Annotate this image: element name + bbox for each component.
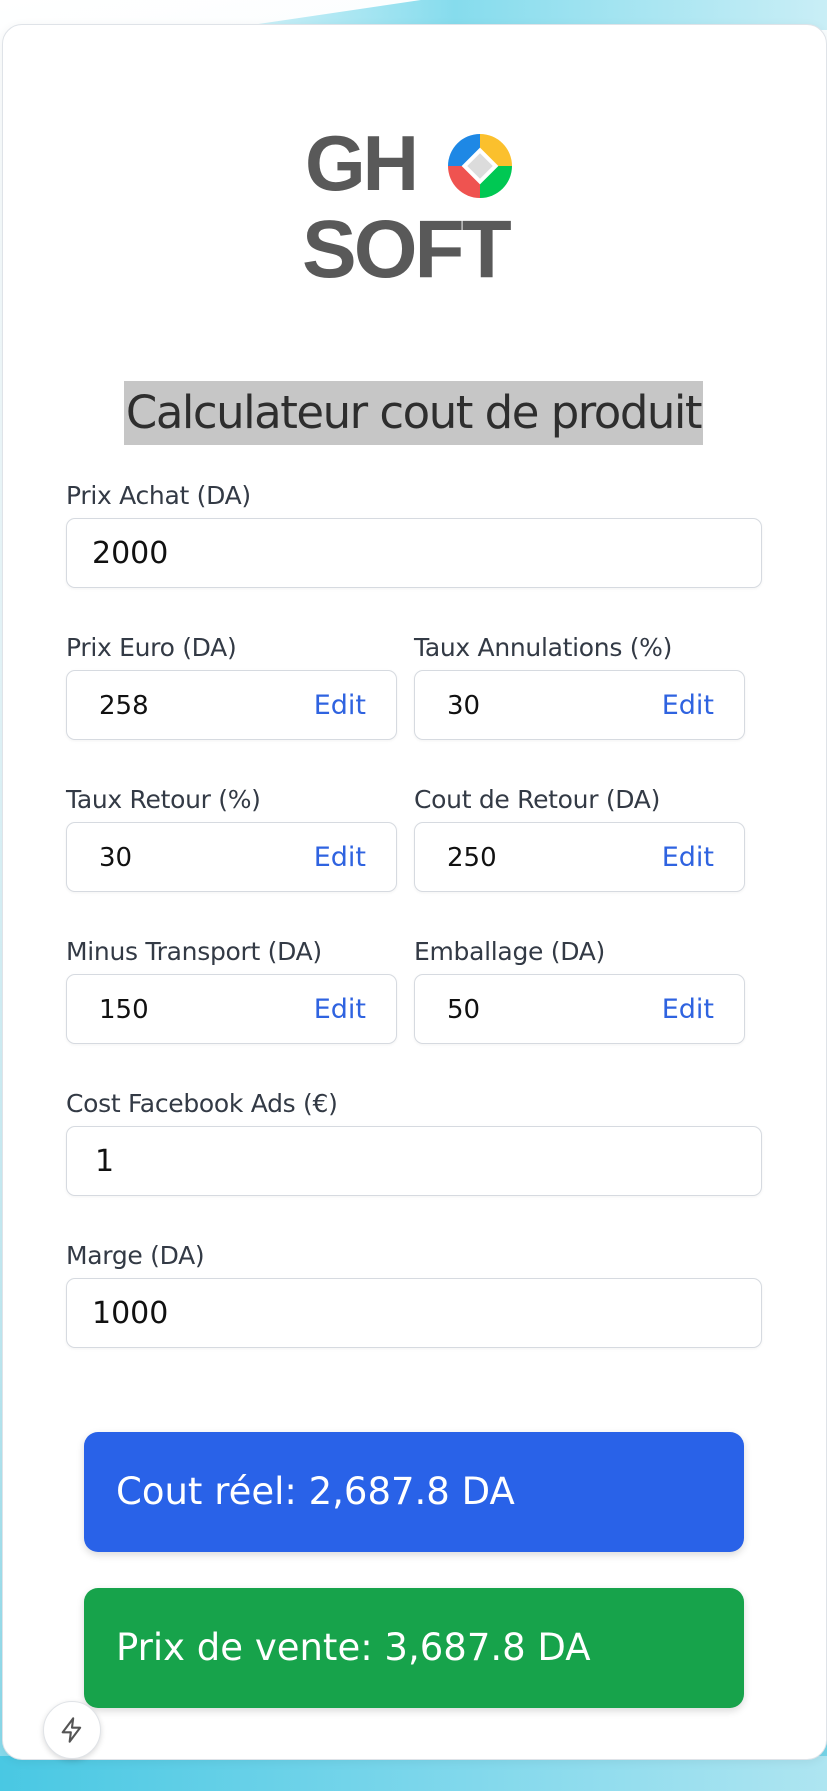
marge-input[interactable]: 1000 xyxy=(66,1278,762,1348)
logo-mark-icon xyxy=(448,134,512,198)
cout-reel-result: Cout réel: 2,687.8 DA xyxy=(84,1432,744,1552)
cout-retour-label: Cout de Retour (DA) xyxy=(414,785,661,814)
logo-text-soft: SOFT xyxy=(302,204,512,290)
prix-euro-label: Prix Euro (DA) xyxy=(66,633,237,662)
prix-vente-result: Prix de vente: 3,687.8 DA xyxy=(84,1588,744,1708)
prix-euro-value: 258 xyxy=(99,691,149,721)
cost-facebook-value: 1 xyxy=(95,1144,115,1179)
cout-retour-value: 250 xyxy=(447,843,497,873)
taux-retour-label: Taux Retour (%) xyxy=(66,785,261,814)
prix-achat-input[interactable]: 2000 xyxy=(66,518,762,588)
cost-facebook-label: Cost Facebook Ads (€) xyxy=(66,1089,338,1118)
marge-value: 1000 xyxy=(92,1296,169,1331)
taux-annulations-edit-button[interactable]: Edit xyxy=(662,671,714,741)
page-title: Calculateur cout de produit xyxy=(123,381,704,445)
minus-transport-field: 150 Edit xyxy=(66,974,397,1044)
ghsoft-logo: GH SOFT xyxy=(302,120,515,290)
cout-retour-field: 250 Edit xyxy=(414,822,745,892)
emballage-edit-button[interactable]: Edit xyxy=(662,975,714,1045)
prix-achat-label: Prix Achat (DA) xyxy=(66,481,251,510)
emballage-value: 50 xyxy=(447,995,481,1025)
lightning-icon xyxy=(61,1717,82,1743)
taux-annulations-value: 30 xyxy=(447,691,481,721)
logo-text-gh: GH xyxy=(305,120,416,207)
title-container: Calculateur cout de produit xyxy=(0,381,827,445)
taux-retour-value: 30 xyxy=(99,843,133,873)
taux-annulations-field: 30 Edit xyxy=(414,670,745,740)
taux-annulations-label: Taux Annulations (%) xyxy=(414,633,673,662)
emballage-field: 50 Edit xyxy=(414,974,745,1044)
minus-transport-value: 150 xyxy=(99,995,149,1025)
prix-euro-field: 258 Edit xyxy=(66,670,397,740)
taux-retour-edit-button[interactable]: Edit xyxy=(314,823,366,893)
marge-label: Marge (DA) xyxy=(66,1241,205,1270)
minus-transport-edit-button[interactable]: Edit xyxy=(314,975,366,1045)
cost-facebook-input[interactable]: 1 xyxy=(66,1126,762,1196)
prix-euro-edit-button[interactable]: Edit xyxy=(314,671,366,741)
prix-achat-value: 2000 xyxy=(92,536,169,571)
floating-action-button[interactable] xyxy=(43,1701,101,1759)
taux-retour-field: 30 Edit xyxy=(66,822,397,892)
cout-retour-edit-button[interactable]: Edit xyxy=(662,823,714,893)
emballage-label: Emballage (DA) xyxy=(414,937,605,966)
minus-transport-label: Minus Transport (DA) xyxy=(66,937,322,966)
background-decoration-bottom xyxy=(0,1756,827,1791)
